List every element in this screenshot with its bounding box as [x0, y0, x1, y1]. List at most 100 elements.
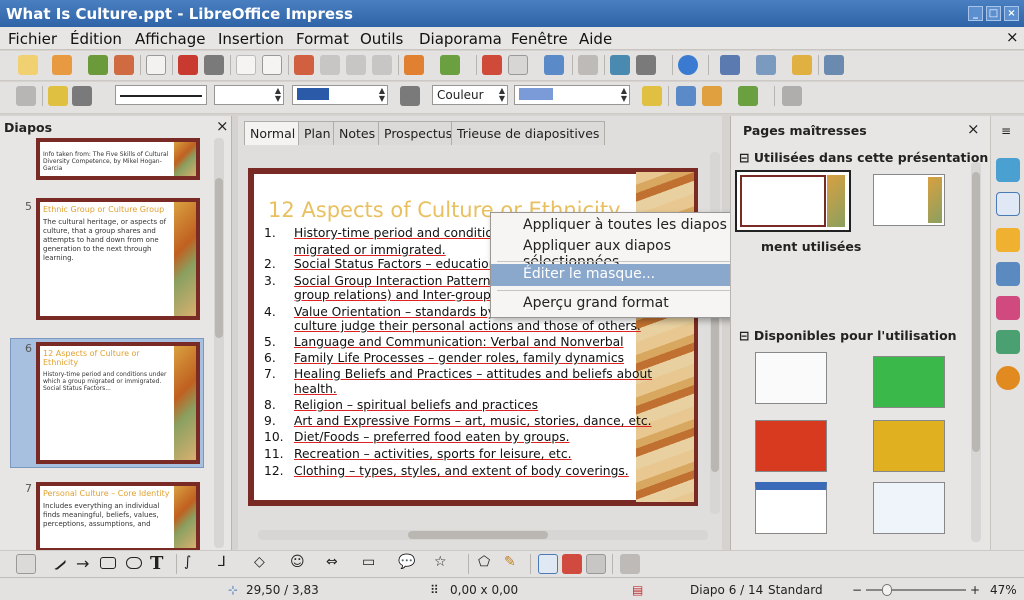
slideshow-icon[interactable]	[824, 55, 844, 75]
zoom-level[interactable]: 47%	[990, 583, 1017, 597]
edit-mode-icon[interactable]	[146, 55, 166, 75]
autospellcheck-icon[interactable]	[262, 55, 282, 75]
master-thumb-avail-1[interactable]	[755, 352, 827, 404]
master-thumb-avail-3[interactable]	[755, 420, 827, 472]
line-tool-icon[interactable]	[47, 551, 67, 571]
clone-format-icon[interactable]	[372, 55, 392, 75]
line-icon[interactable]	[48, 86, 68, 106]
custom-animation-icon[interactable]	[996, 262, 1020, 286]
section-available[interactable]: ⊟ Disponibles pour l'utilisation	[739, 328, 957, 343]
master-thumb-avail-2[interactable]	[873, 356, 945, 408]
slide-thumb-4[interactable]: Info taken from: The Five Skills of Cult…	[36, 138, 200, 180]
section-used[interactable]: ⊟ Utilisées dans cette présentation	[739, 150, 988, 165]
close-document-icon[interactable]: ×	[1006, 28, 1019, 46]
navigator-sidebar-icon[interactable]	[996, 366, 1020, 390]
export-icon[interactable]	[114, 55, 134, 75]
menu-aide[interactable]: Aide	[579, 30, 612, 48]
block-arrows-icon[interactable]: ⇔	[326, 554, 346, 574]
navigator-icon[interactable]	[610, 55, 630, 75]
master-thumb-used-2[interactable]	[873, 174, 945, 226]
arrange-icon[interactable]	[738, 86, 758, 106]
master-icon[interactable]	[792, 55, 812, 75]
from-file-icon[interactable]	[562, 554, 582, 574]
master-thumb-avail-6[interactable]	[873, 482, 945, 534]
extrusion-icon[interactable]	[620, 554, 640, 574]
slide-thumb-7[interactable]: Personal Culture – Core Identity Includes…	[36, 482, 200, 552]
menu-outils[interactable]: Outils	[360, 30, 403, 48]
line-style-select[interactable]	[115, 85, 207, 105]
menu-insertion[interactable]: Insertion	[218, 30, 284, 48]
gallery-icon[interactable]	[996, 330, 1020, 354]
sidebar-menu-icon[interactable]: ≡	[1001, 124, 1011, 138]
styles-icon[interactable]	[996, 228, 1020, 252]
menu-fenetre[interactable]: Fenêtre	[511, 30, 568, 48]
master-pages-icon[interactable]	[996, 192, 1020, 216]
tab-notes[interactable]: Notes	[333, 121, 382, 145]
connector-tool-icon[interactable]: ⅃	[218, 554, 238, 574]
rectangle-tool-icon[interactable]	[100, 557, 116, 569]
menu-edition[interactable]: Édition	[70, 30, 122, 48]
maximize-button[interactable]: □	[986, 6, 1001, 21]
help-icon[interactable]	[678, 55, 698, 75]
tab-normal[interactable]: Normal	[244, 121, 302, 145]
slide-design-icon[interactable]	[756, 55, 776, 75]
gallery-tool-icon[interactable]	[586, 554, 606, 574]
slide-thumb-5[interactable]: Ethnic Group or Culture Group The cultura…	[36, 198, 200, 320]
shadow-icon[interactable]	[642, 86, 662, 106]
zoom-slider[interactable]	[866, 584, 966, 596]
properties-icon[interactable]	[996, 158, 1020, 182]
zoom-in-icon[interactable]: +	[970, 583, 980, 597]
fill-color-select[interactable]: ▲ ▼	[514, 85, 630, 105]
minimize-button[interactable]: _	[968, 6, 983, 21]
callouts-icon[interactable]: 💬	[398, 554, 418, 574]
area-style-select[interactable]: Couleur ▲ ▼	[432, 85, 508, 105]
close-master-panel-icon[interactable]: ×	[967, 120, 980, 138]
editor-vscrollbar[interactable]	[710, 152, 720, 514]
stars-icon[interactable]: ☆	[434, 554, 454, 574]
arrow-style-icon[interactable]	[72, 86, 92, 106]
points-icon[interactable]: ⬠	[478, 554, 498, 574]
print-icon[interactable]	[204, 55, 224, 75]
display-icon[interactable]	[544, 55, 564, 75]
curve-tool-icon[interactable]: ∫	[184, 554, 204, 574]
menu-diaporama[interactable]: Diaporama	[419, 30, 502, 48]
master-scrollbar[interactable]	[971, 162, 981, 542]
slide-thumb-6[interactable]: 12 Aspects of Culture or Ethnicity Histor…	[36, 342, 200, 464]
arrow-tool-icon[interactable]: →	[76, 554, 96, 574]
menu-fichier[interactable]: Fichier	[8, 30, 57, 48]
undo-icon[interactable]	[404, 55, 424, 75]
save-icon[interactable]	[88, 55, 108, 75]
tab-plan[interactable]: Plan	[298, 121, 337, 145]
close-window-button[interactable]: ×	[1004, 6, 1019, 21]
open-icon[interactable]	[52, 55, 72, 75]
editor-hscrollbar[interactable]	[258, 530, 708, 540]
master-thumb-avail-5[interactable]	[755, 482, 827, 534]
zoom-icon[interactable]	[636, 55, 656, 75]
section-recently-used[interactable]: ment utilisées	[761, 239, 861, 254]
menu-format[interactable]: Format	[296, 30, 349, 48]
slide-transition-icon[interactable]	[996, 296, 1020, 320]
align-icon[interactable]	[702, 86, 722, 106]
fontwork-icon[interactable]	[538, 554, 558, 574]
copy-icon[interactable]	[320, 55, 340, 75]
chart-icon[interactable]	[482, 55, 502, 75]
text-tool-icon[interactable]: T	[150, 553, 170, 574]
export-pdf-icon[interactable]	[178, 55, 198, 75]
ellipse-tool-icon[interactable]	[126, 557, 142, 569]
symbol-shapes-icon[interactable]: ☺	[290, 554, 310, 574]
fill-icon[interactable]	[400, 86, 420, 106]
master-thumb-avail-4[interactable]	[873, 420, 945, 472]
transform-icon[interactable]	[676, 86, 696, 106]
tab-slide-sorter[interactable]: Trieuse de diapositives	[451, 121, 606, 145]
grid-icon[interactable]	[578, 55, 598, 75]
tab-prospectus[interactable]: Prospectus	[378, 121, 459, 145]
spellcheck-icon[interactable]	[236, 55, 256, 75]
basic-shapes-icon[interactable]: ◇	[254, 554, 274, 574]
master-thumb-used-1[interactable]	[735, 170, 851, 232]
zoom-out-icon[interactable]: −	[852, 583, 862, 597]
new-icon[interactable]	[18, 55, 38, 75]
glue-points-icon[interactable]: ✎	[504, 554, 524, 574]
line-width-input[interactable]: ▲ ▼	[214, 85, 284, 105]
line-color-select[interactable]: ▲ ▼	[292, 85, 388, 105]
cut-icon[interactable]	[294, 55, 314, 75]
